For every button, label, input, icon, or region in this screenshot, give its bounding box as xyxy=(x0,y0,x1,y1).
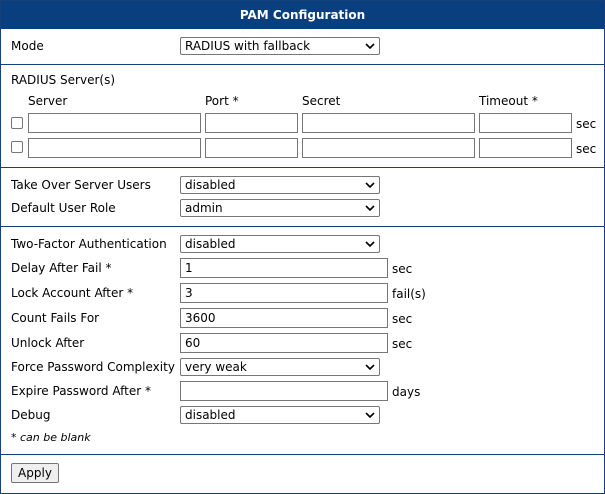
default-user-role-select[interactable]: admin xyxy=(180,199,380,217)
default-user-role-label: Default User Role xyxy=(11,201,116,215)
radius-server-2-checkbox[interactable] xyxy=(11,141,23,153)
mode-label: Mode xyxy=(11,39,44,53)
radius-server-2-timeout-input[interactable] xyxy=(479,138,572,158)
delay-after-fail-label: Delay After Fail * xyxy=(11,261,112,275)
radius-server-2-timeout-unit: sec xyxy=(576,142,597,156)
blank-note: * can be blank xyxy=(11,431,91,444)
radius-server-1-port-input[interactable] xyxy=(205,113,298,133)
take-over-server-users-value: disabled xyxy=(185,178,236,192)
force-password-complexity-label: Force Password Complexity xyxy=(11,360,175,374)
section-divider xyxy=(1,64,604,65)
lock-account-after-label: Lock Account After * xyxy=(11,286,134,300)
section-divider xyxy=(1,454,604,455)
count-fails-for-input[interactable]: 3600 xyxy=(180,308,388,328)
expire-password-after-input[interactable] xyxy=(180,381,388,401)
default-user-role-value: admin xyxy=(185,201,223,215)
radius-server-1-checkbox[interactable] xyxy=(11,117,23,129)
count-fails-for-label: Count Fails For xyxy=(11,311,100,325)
unlock-after-label: Unlock After xyxy=(11,336,85,350)
secret-column-header: Secret xyxy=(302,94,341,108)
radius-server-2-port-input[interactable] xyxy=(205,138,298,158)
panel-title: PAM Configuration xyxy=(1,1,604,29)
unlock-after-unit: sec xyxy=(392,337,413,351)
radius-server-1-timeout-unit: sec xyxy=(576,117,597,131)
debug-label: Debug xyxy=(11,408,51,422)
take-over-server-users-select[interactable]: disabled xyxy=(180,176,380,194)
take-over-server-users-label: Take Over Server Users xyxy=(11,178,151,192)
delay-after-fail-input[interactable]: 1 xyxy=(180,258,388,278)
chevron-down-icon xyxy=(365,412,375,418)
debug-value: disabled xyxy=(185,408,236,422)
count-fails-for-unit: sec xyxy=(392,312,413,326)
unlock-after-input[interactable]: 60 xyxy=(180,333,388,353)
lock-account-after-unit: fail(s) xyxy=(392,287,426,301)
timeout-column-header: Timeout * xyxy=(479,94,538,108)
mode-select-value: RADIUS with fallback xyxy=(185,39,311,53)
server-column-header: Server xyxy=(28,94,68,108)
delay-after-fail-unit: sec xyxy=(392,262,413,276)
mode-select[interactable]: RADIUS with fallback xyxy=(180,37,380,55)
radius-server-1-timeout-input[interactable] xyxy=(479,113,572,133)
chevron-down-icon xyxy=(365,43,375,49)
section-divider xyxy=(1,167,604,168)
radius-server-1-server-input[interactable] xyxy=(28,113,201,133)
chevron-down-icon xyxy=(365,241,375,247)
force-password-complexity-value: very weak xyxy=(185,360,247,374)
radius-server-2-server-input[interactable] xyxy=(28,138,201,158)
chevron-down-icon xyxy=(365,205,375,211)
pam-configuration-panel: PAM Configuration Mode RADIUS with fallb… xyxy=(0,0,605,494)
two-factor-authentication-select[interactable]: disabled xyxy=(180,235,380,253)
radius-server-1-secret-input[interactable] xyxy=(302,113,475,133)
radius-server-2-secret-input[interactable] xyxy=(302,138,475,158)
apply-button[interactable]: Apply xyxy=(11,463,59,483)
two-factor-authentication-value: disabled xyxy=(185,237,236,251)
force-password-complexity-select[interactable]: very weak xyxy=(180,358,380,376)
debug-select[interactable]: disabled xyxy=(180,406,380,424)
two-factor-authentication-label: Two-Factor Authentication xyxy=(11,237,167,251)
expire-password-after-label: Expire Password After * xyxy=(11,384,151,398)
lock-account-after-input[interactable]: 3 xyxy=(180,283,388,303)
expire-password-after-unit: days xyxy=(392,385,421,399)
chevron-down-icon xyxy=(365,182,375,188)
chevron-down-icon xyxy=(365,364,375,370)
section-divider xyxy=(1,226,604,227)
radius-servers-label: RADIUS Server(s) xyxy=(11,73,116,87)
port-column-header: Port * xyxy=(205,94,239,108)
